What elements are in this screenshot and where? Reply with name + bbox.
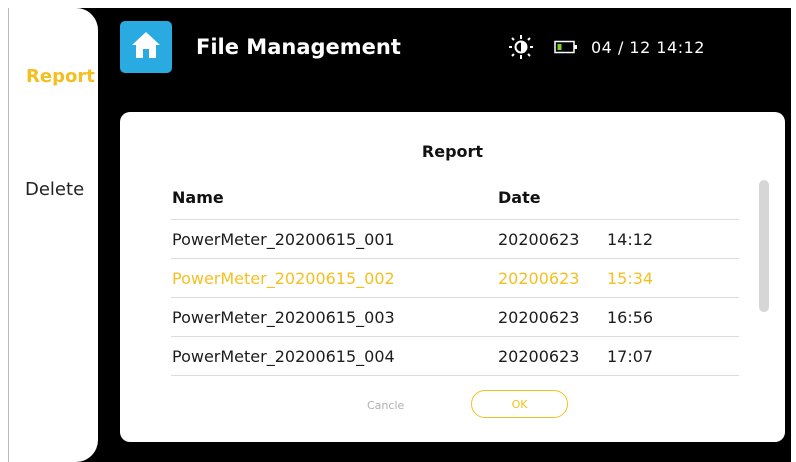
- table-row[interactable]: PowerMeter_20200615_004 20200623 17:07: [171, 337, 739, 375]
- cancel-button[interactable]: Cancle: [367, 399, 404, 412]
- divider: [171, 375, 739, 376]
- sidebar-item-report[interactable]: Report: [26, 66, 116, 87]
- scrollbar[interactable]: [759, 180, 769, 312]
- report-dialog: Report Name Date PowerMeter_20200615_001…: [120, 112, 785, 442]
- ok-button[interactable]: OK: [471, 390, 568, 418]
- column-header-name: Name: [172, 188, 224, 207]
- table-row[interactable]: PowerMeter_20200615_001 20200623 14:12: [171, 220, 739, 258]
- battery-icon: [554, 40, 578, 54]
- home-icon: [130, 30, 162, 64]
- file-time: 17:07: [607, 347, 654, 366]
- file-time: 14:12: [607, 230, 654, 249]
- file-name: PowerMeter_20200615_001: [172, 230, 395, 249]
- file-date: 20200623: [498, 347, 580, 366]
- sidebar: Report Delete: [8, 8, 98, 462]
- file-date: 20200623: [498, 230, 580, 249]
- device-screen: Report Delete File Management 04 / 12 14…: [8, 8, 791, 462]
- home-button[interactable]: [120, 21, 172, 73]
- table-row[interactable]: PowerMeter_20200615_003 20200623 16:56: [171, 298, 739, 336]
- file-name: PowerMeter_20200615_003: [172, 308, 395, 327]
- table-row[interactable]: PowerMeter_20200615_002 20200623 15:34: [171, 259, 739, 297]
- dialog-title: Report: [421, 142, 484, 161]
- file-time: 15:34: [607, 269, 654, 288]
- file-name: PowerMeter_20200615_004: [172, 347, 395, 366]
- brightness-icon[interactable]: [509, 34, 533, 60]
- file-name: PowerMeter_20200615_002: [172, 269, 395, 288]
- file-date: 20200623: [498, 269, 580, 288]
- file-time: 16:56: [607, 308, 654, 327]
- datetime-display: 04 / 12 14:12: [591, 38, 705, 57]
- column-header-date: Date: [498, 188, 541, 207]
- file-date: 20200623: [498, 308, 580, 327]
- page-title: File Management: [196, 35, 401, 59]
- sidebar-item-delete[interactable]: Delete: [25, 179, 115, 200]
